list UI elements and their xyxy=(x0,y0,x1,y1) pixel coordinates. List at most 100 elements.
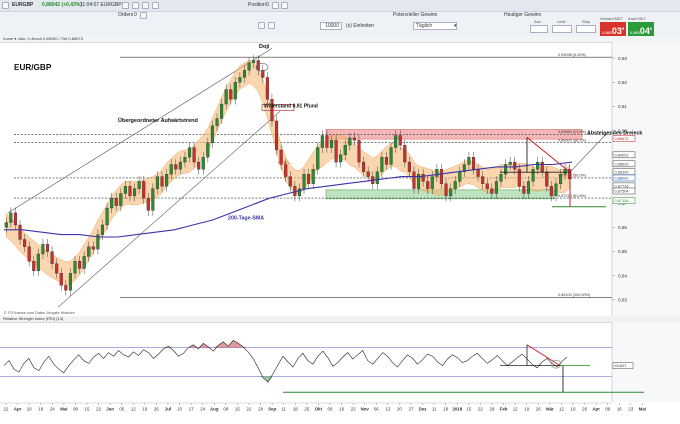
x-tick-label: 17 xyxy=(189,407,194,412)
candle-body xyxy=(499,174,503,182)
chart-icon[interactable] xyxy=(122,2,129,9)
layout-icon[interactable] xyxy=(132,2,139,9)
y-value-label: 0,88042 xyxy=(615,176,629,181)
limit-input[interactable] xyxy=(552,25,572,33)
fib-label: 0,83104 (100,00%) xyxy=(558,293,591,297)
candle-body xyxy=(526,181,531,194)
candle-body xyxy=(284,164,288,177)
x-tick-label: Mai xyxy=(60,407,67,412)
y-value-label: 0,89672 xyxy=(615,136,629,141)
candle-body xyxy=(329,140,334,148)
x-tick-label: Dez xyxy=(419,407,428,412)
trading-toolbar: EURGBP 0,88042 (+0,43%) 11:04:07 EURGBP … xyxy=(0,0,680,37)
sell-button[interactable]: 0,880039 xyxy=(600,22,626,36)
x-tick-label: 15 xyxy=(85,407,90,412)
candle-body xyxy=(50,251,54,264)
candle-body xyxy=(4,222,8,228)
fib-label: 0,89500 (38,2%) xyxy=(558,139,587,143)
sell-price-big: 03 xyxy=(611,26,622,36)
orders-label: Orders xyxy=(118,12,134,18)
chevron-down-icon[interactable]: ▾ xyxy=(454,23,457,29)
candle-body xyxy=(142,181,146,199)
candle-body xyxy=(119,193,123,206)
settings-icon[interactable] xyxy=(142,2,149,9)
stop-input[interactable] xyxy=(576,25,596,33)
x-tick-label: 09 xyxy=(328,407,333,412)
candle-body xyxy=(252,60,256,64)
candle-body xyxy=(549,186,553,197)
menu-icon[interactable] xyxy=(2,2,9,9)
buy-price-big: 04 xyxy=(639,26,650,36)
candle-body xyxy=(242,70,247,78)
price-chart[interactable]: 0,930,920,910,900,890,880,870,860,850,84… xyxy=(0,42,680,316)
time-axis: 22 Apr 10 18 24 Mai 08 15 22 Jun 05 12 19 26 Jul 10 17 24… xyxy=(0,402,646,412)
anz-input[interactable] xyxy=(530,25,548,33)
y-value-label: 0,88300 xyxy=(615,169,630,174)
candle-body xyxy=(563,169,567,175)
candle-body xyxy=(123,186,127,194)
x-tick-label: 12 xyxy=(131,407,136,412)
symbol-label[interactable]: EURGBP xyxy=(12,2,33,8)
candle-body xyxy=(403,144,407,163)
candle-body xyxy=(45,244,50,252)
x-tick-label: 26 xyxy=(536,407,541,412)
col-stop: Stop xyxy=(582,19,591,24)
candle-body xyxy=(485,183,489,189)
x-tick-label: 26 xyxy=(154,407,159,412)
candle-body xyxy=(100,224,105,235)
x-tick-label: Aug xyxy=(210,407,219,412)
x-tick-label: 19 xyxy=(142,407,147,412)
units-minus-icon[interactable] xyxy=(258,22,265,29)
candle-body xyxy=(476,169,480,177)
units-plus-icon[interactable] xyxy=(268,22,275,29)
x-tick-label: 11 xyxy=(432,407,437,412)
position-plus-icon[interactable] xyxy=(281,2,288,9)
x-tick-label: 24 xyxy=(200,407,205,412)
x-tick-label: Feb xyxy=(500,407,508,412)
x-tick-label: 08 xyxy=(223,407,228,412)
candle-body xyxy=(270,99,274,122)
y-tick-label: 0,84 xyxy=(618,273,627,278)
candle-body xyxy=(357,140,361,163)
candle-body xyxy=(362,161,366,172)
candle-body xyxy=(343,144,347,155)
y-tick-label: 0,91 xyxy=(618,104,627,109)
units-input[interactable]: 10000 xyxy=(320,22,342,30)
candle-body xyxy=(13,212,18,226)
candle-body xyxy=(224,89,228,105)
rsi-oversold-fill xyxy=(4,376,568,383)
candle-body xyxy=(146,198,150,211)
x-tick-label: 2018 xyxy=(452,407,462,412)
candle-body xyxy=(513,161,517,170)
orders-value: 0 xyxy=(134,12,137,18)
orders-icon[interactable] xyxy=(140,12,147,19)
candle-body xyxy=(220,103,224,119)
candle-body xyxy=(320,135,324,148)
candle-body xyxy=(32,261,36,272)
trend-channel-lower xyxy=(57,111,281,308)
buy-button[interactable]: 0,880046 xyxy=(628,22,654,36)
timeframe-select[interactable]: Täglich xyxy=(413,22,457,30)
x-tick-label: 22 xyxy=(4,407,9,412)
y-tick-label: 0,93 xyxy=(618,56,627,61)
candle-body xyxy=(274,120,279,151)
today-profit-label: Heutiger Gewinn xyxy=(504,12,542,18)
candle-body xyxy=(174,164,178,170)
col-limit: Limit xyxy=(557,19,566,24)
rsi-chart[interactable]: 43,607 xyxy=(0,322,680,402)
candle-body xyxy=(87,246,91,257)
candle-body xyxy=(18,224,22,240)
candle-body xyxy=(55,263,59,274)
x-tick-label: 22 xyxy=(478,407,483,412)
x-tick-label: 28 xyxy=(258,407,263,412)
search-icon[interactable] xyxy=(152,2,159,9)
candle-body xyxy=(183,157,187,163)
x-tick-label: 12 xyxy=(513,407,518,412)
toolbar-order-row: Orders 0 10000 (x) Einheiten Potenzielle… xyxy=(0,12,680,36)
candle-body xyxy=(458,171,462,182)
x-tick-label: 13 xyxy=(385,407,390,412)
position-minus-icon[interactable] xyxy=(272,2,279,9)
candle-body xyxy=(398,135,402,146)
candle-body xyxy=(78,261,82,269)
fib-label: 0,93038 (0,00%) xyxy=(558,53,587,57)
